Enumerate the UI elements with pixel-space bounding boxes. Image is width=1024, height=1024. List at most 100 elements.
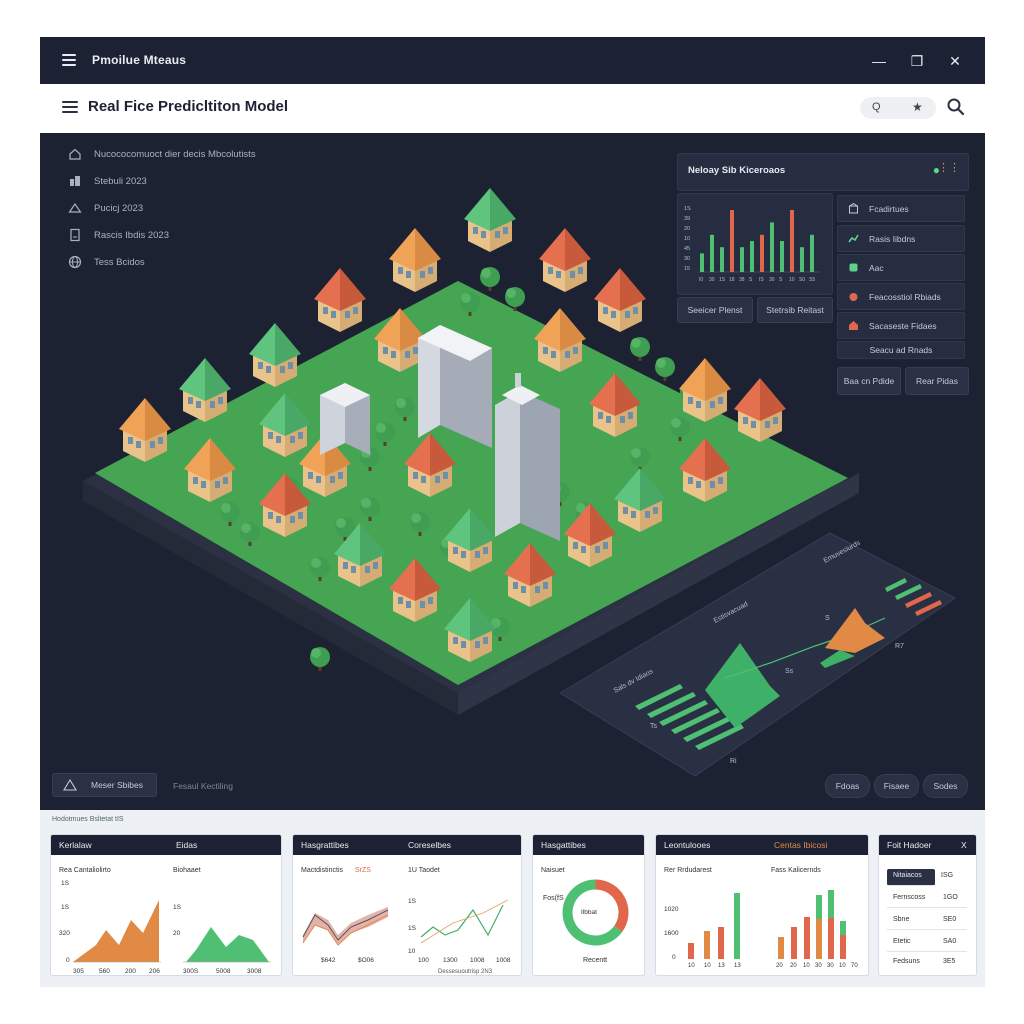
app-title: Pmoilue Mteaus	[92, 53, 187, 67]
right-bar-group	[778, 890, 846, 959]
maximize-button[interactable]: ❐	[905, 49, 929, 73]
card-subtitle-accent: SrZS	[355, 867, 371, 874]
analytics-label-4: Ss	[785, 668, 794, 675]
bar	[760, 234, 764, 272]
filter-title: Foit Hadoer	[887, 840, 932, 850]
filter-row-selected[interactable]: Nitaiacos	[887, 869, 935, 886]
list-item-3[interactable]: Aac	[837, 254, 965, 281]
chart-button-1[interactable]: Seeicer Plenst	[677, 297, 753, 323]
floating-analytics-panel: Sals dv Idiaos Estisvacuad Emuvesiurds S…	[559, 532, 956, 777]
minimize-button[interactable]: —	[867, 49, 891, 73]
bottom-button-1[interactable]: Fdoas	[825, 774, 870, 798]
card-subtitle-2: Biohaaet	[173, 867, 201, 874]
filter-row[interactable]: Fernscoss 1GO	[887, 891, 967, 908]
x-tick: 70	[851, 963, 858, 969]
y-tick: 1S	[408, 925, 417, 932]
analytics-label-6: Ri	[730, 758, 737, 765]
green-line-series	[420, 904, 504, 938]
master-sidebar-button[interactable]: Meser Sbibes	[52, 773, 157, 797]
home-icon	[849, 321, 858, 330]
filter-row-value: ISG	[935, 869, 965, 885]
bottom-button-2[interactable]: Fisaee	[874, 774, 919, 798]
y-tick: 1S	[408, 898, 417, 905]
chart-button-2[interactable]: Stetrsib Reitast	[757, 297, 833, 323]
donut-center-label: Ilbbat	[581, 909, 597, 916]
close-button[interactable]: ✕	[943, 49, 967, 73]
filter-row-label: Fedsuns	[893, 958, 920, 965]
chart-icon	[848, 234, 859, 243]
x-tick: $O06	[358, 957, 374, 964]
y-tick: 15	[684, 266, 690, 272]
list-label: Seacu ad Rnads	[869, 345, 933, 355]
window-title-bar: Pmoilue Mteaus — ❐ ✕	[40, 37, 985, 84]
list-item-2[interactable]: Rasis Iibdns	[837, 225, 965, 252]
card-title-2: Eidas	[176, 840, 198, 850]
card-subtitle: Mactdistinctis	[301, 867, 344, 874]
card-subtitle: Rea Cantaliolirto	[59, 867, 111, 874]
search-icon[interactable]	[946, 97, 966, 117]
hamburger-menu-icon[interactable]	[62, 54, 76, 66]
filter-row[interactable]: Etetic SA0	[887, 935, 967, 952]
card-header: Leontulooes Centas Ibicosi	[656, 835, 868, 855]
list-item-5[interactable]: Sacaseste Fidaes	[837, 312, 965, 339]
card-line-charts[interactable]: Hasgrattibes Coreselbes Mactdistinctis S…	[292, 834, 522, 976]
x-tick: 20	[790, 963, 797, 969]
search-input[interactable]: Q ★	[860, 97, 936, 119]
bottom-button-3[interactable]: Sodes	[923, 774, 968, 798]
filter-row[interactable]: Sbne SE0	[887, 913, 967, 930]
x-tick: 30	[709, 277, 715, 283]
x-tick: 13	[734, 963, 741, 969]
card-area-charts[interactable]: Kerlalaw Eidas Rea Cantaliolirto Biohaae…	[50, 834, 282, 976]
filter-panel[interactable]: Foit Hadoer X Nitaiacos ISG Fernscoss 1G…	[878, 834, 977, 976]
x-tick: $642	[321, 957, 336, 964]
bar-charts-svg: 1020 1600 0 10 10 13 13 20 20 10 30 30 1…	[664, 890, 858, 969]
filter-value: SE0	[943, 916, 957, 923]
bar	[810, 234, 814, 272]
donut-footer: Recentt	[583, 957, 608, 964]
y-tick: 10	[684, 236, 690, 242]
list-item-1[interactable]: Fcadirtues	[837, 195, 965, 222]
list-button-1[interactable]: Baa cn Pdide	[837, 367, 901, 395]
card-header: Hasgattibes	[533, 835, 644, 855]
star-icon[interactable]: ★	[912, 100, 923, 114]
card-subtitle-2: 1U Taodet	[408, 867, 440, 874]
x-tick: 13	[718, 963, 725, 969]
x-tick: 5008	[216, 968, 231, 975]
list-label: Aac	[869, 262, 884, 273]
analytics-label-5: Ts	[650, 723, 658, 730]
menu-dots-icon[interactable]: ⋮⋮	[938, 161, 960, 174]
close-icon[interactable]: X	[961, 840, 967, 850]
x-tick: 10	[704, 963, 711, 969]
y-tick: 10	[408, 948, 416, 955]
x-tick: I0	[699, 277, 703, 283]
office-tower	[418, 325, 492, 448]
x-tick: 10	[839, 963, 846, 969]
x-tick: 30	[815, 963, 822, 969]
filter-value: 3E5	[943, 958, 956, 965]
map-canvas[interactable]: Nucococomuoct dier decis Mbcolutists Ste…	[40, 133, 985, 810]
search-glyph: Q	[872, 101, 881, 113]
filter-value: SA0	[943, 938, 957, 945]
list-button-2[interactable]: Rear Pidas	[905, 367, 969, 395]
green-area-series	[186, 927, 269, 962]
dashboard-strip: Hodotmues Bsltetat tIS Kerlalaw Eidas Re…	[40, 810, 985, 987]
chart-panel-header: Neloay Sib Kiceroaos ● ⋮⋮	[677, 153, 969, 191]
strip-label: Hodotmues Bsltetat tIS	[52, 816, 124, 823]
y-tick: 320	[59, 930, 70, 937]
x-tick: 100	[418, 957, 429, 964]
list-item-4[interactable]: Feacosstiol Rbiads	[837, 283, 965, 310]
filter-row[interactable]: Fedsuns 3E5	[887, 955, 967, 971]
y-tick: 0	[672, 954, 676, 961]
y-tick: 1020	[664, 906, 679, 913]
analytics-label-8: S	[825, 615, 830, 622]
y-tick: 1S	[61, 904, 70, 911]
card-donut-chart[interactable]: Hasgattibes Naisuet Fos(fS Ilbbat Recent…	[532, 834, 645, 976]
menu-icon[interactable]	[62, 101, 78, 114]
status-text: Fesaul Kectiling	[173, 781, 234, 791]
card-header: Hasgrattibes Coreselbes	[293, 835, 521, 855]
line-charts-svg: 1S 1S 10 $642 $O06 100 1300 1008 1008 De…	[302, 898, 511, 975]
fire-icon	[849, 293, 858, 301]
list-item-6[interactable]: Seacu ad Rnads	[837, 341, 965, 359]
filter-row-label: Nitaiacos	[893, 872, 922, 879]
card-bar-charts[interactable]: Leontulooes Centas Ibicosi Rer Rrdudares…	[655, 834, 869, 976]
